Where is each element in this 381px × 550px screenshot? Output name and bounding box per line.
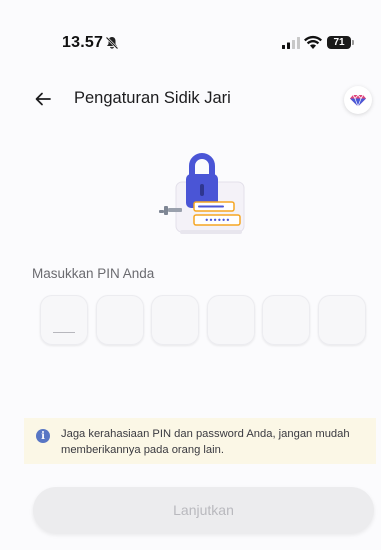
pin-digit-box[interactable] (317, 295, 366, 345)
help-button[interactable] (344, 86, 372, 114)
fingerprint-settings-screen: 13.57 71 Pengaturan Sidik Jari •••••• Ma… (0, 0, 381, 550)
pin-input-group[interactable] (40, 295, 366, 345)
pin-digit-box[interactable] (95, 295, 144, 345)
gem-icon (350, 93, 366, 107)
info-text: Jaga kerahasiaan PIN dan password Anda, … (61, 428, 350, 456)
signal-icon (282, 37, 300, 49)
status-time: 13.57 (62, 34, 104, 51)
pin-digit-box[interactable] (206, 295, 255, 345)
wifi-icon (304, 35, 322, 49)
password-mask: •••••• (204, 216, 229, 225)
pin-digit-box[interactable] (40, 295, 88, 345)
bell-muted-icon (105, 36, 119, 50)
page-title: Pengaturan Sidik Jari (74, 89, 231, 107)
battery-icon: 71 (327, 36, 354, 49)
info-icon: i (36, 429, 50, 443)
arrow-left-icon (35, 92, 51, 106)
info-banner: i Jaga kerahasiaan PIN dan password Anda… (24, 418, 376, 464)
pin-digit-box[interactable] (262, 295, 311, 345)
battery-level: 71 (333, 37, 345, 48)
padlock-password-card-icon: •••••• (159, 153, 245, 234)
continue-button[interactable]: Lanjutkan (33, 487, 374, 533)
status-bar: 13.57 71 (0, 0, 381, 51)
back-button[interactable] (30, 86, 56, 112)
pin-label: Masukkan PIN Anda (32, 266, 155, 281)
pin-digit-box[interactable] (151, 295, 200, 345)
